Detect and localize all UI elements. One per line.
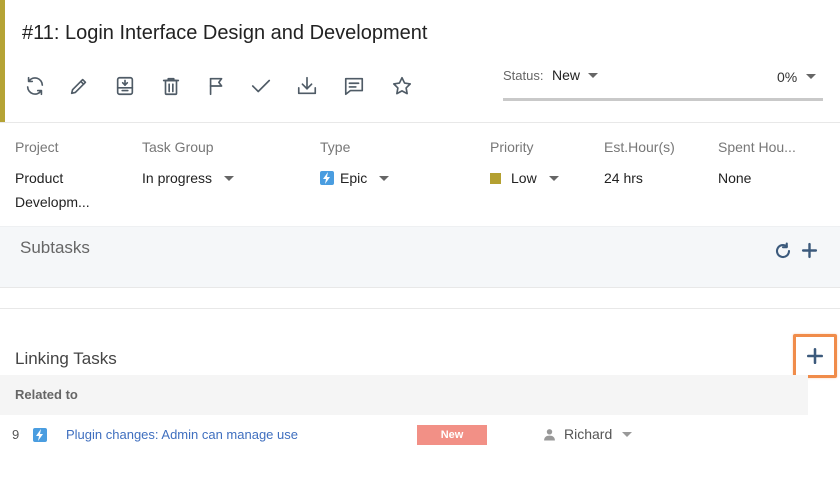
type-dropdown[interactable]: Epic xyxy=(320,166,390,190)
status-label: Status: xyxy=(503,68,544,83)
project-value[interactable]: Product Developm... xyxy=(15,166,90,214)
plus-icon[interactable] xyxy=(801,242,818,259)
type-property: Type Epic xyxy=(320,139,390,190)
linked-task-row: 9 Plugin changes: Admin can manage use N… xyxy=(0,418,840,452)
add-linking-task-button[interactable] xyxy=(793,334,837,378)
spent-hours-value[interactable]: None xyxy=(718,166,796,190)
est-hours-value[interactable]: 24 hrs xyxy=(604,166,675,190)
lightning-icon xyxy=(320,171,334,185)
user-icon xyxy=(544,428,555,440)
task-header: #11: Login Interface Design and Developm… xyxy=(0,0,840,122)
priority-dropdown[interactable]: Low xyxy=(490,166,559,190)
task-group-value: In progress xyxy=(142,170,213,186)
chevron-down-icon xyxy=(622,431,633,437)
linked-task-id: 9 xyxy=(12,427,20,442)
project-value-line2: Developm... xyxy=(15,194,90,210)
subtasks-panel: Subtasks xyxy=(0,226,840,288)
related-group-label: Related to xyxy=(15,387,78,402)
subtasks-title: Subtasks xyxy=(20,238,90,257)
chevron-down-icon xyxy=(379,175,390,181)
type-label: Type xyxy=(320,139,351,155)
type-value: Epic xyxy=(340,170,368,186)
section-spacer xyxy=(0,289,840,309)
progress-bar xyxy=(503,98,823,101)
linked-task-title-link[interactable]: Plugin changes: Admin can manage use xyxy=(66,427,316,442)
status-badge: New xyxy=(417,425,487,445)
status-area: Status: New 0% xyxy=(503,66,823,106)
chevron-down-icon[interactable] xyxy=(588,73,598,78)
status-dropdown[interactable]: New xyxy=(552,67,580,83)
comment-icon[interactable] xyxy=(341,73,367,99)
refresh-icon[interactable] xyxy=(774,242,792,260)
flag-icon[interactable] xyxy=(204,73,230,99)
check-icon[interactable] xyxy=(248,73,274,99)
task-group-property: Task Group In progress xyxy=(142,139,235,190)
spent-hours-property: Spent Hou... None xyxy=(718,139,796,190)
related-group-header: Related to xyxy=(0,375,808,415)
header-divider xyxy=(0,122,840,123)
chevron-down-icon[interactable] xyxy=(806,74,816,79)
star-icon[interactable] xyxy=(389,73,415,99)
priority-accent-bar xyxy=(0,0,5,122)
assignee-name: Richard xyxy=(564,426,613,442)
download-icon[interactable] xyxy=(294,73,320,99)
spent-hours-label: Spent Hou... xyxy=(718,139,796,155)
priority-label: Priority xyxy=(490,139,534,155)
progress-dropdown[interactable]: 0% xyxy=(777,69,797,85)
project-property: Project Product Developm... xyxy=(15,139,90,214)
project-label: Project xyxy=(15,139,59,155)
project-value-line1: Product xyxy=(15,170,64,186)
plus-icon xyxy=(806,347,824,365)
refresh-icon[interactable] xyxy=(22,73,48,99)
task-title: #11: Login Interface Design and Developm… xyxy=(22,22,428,44)
lightning-icon xyxy=(33,428,47,442)
est-hours-label: Est.Hour(s) xyxy=(604,139,675,155)
task-group-label: Task Group xyxy=(142,139,214,155)
assignee-dropdown[interactable]: Richard xyxy=(543,426,633,442)
archive-icon[interactable] xyxy=(112,73,138,99)
priority-value: Low xyxy=(511,170,537,186)
task-group-dropdown[interactable]: In progress xyxy=(142,166,235,190)
chevron-down-icon xyxy=(224,175,235,181)
priority-color-swatch xyxy=(490,172,501,184)
delete-icon[interactable] xyxy=(158,73,184,99)
chevron-down-icon xyxy=(548,175,559,181)
linking-tasks-title: Linking Tasks xyxy=(15,349,117,368)
edit-icon[interactable] xyxy=(66,73,92,99)
priority-property: Priority Low xyxy=(490,139,559,190)
est-hours-property: Est.Hour(s) 24 hrs xyxy=(604,139,675,190)
